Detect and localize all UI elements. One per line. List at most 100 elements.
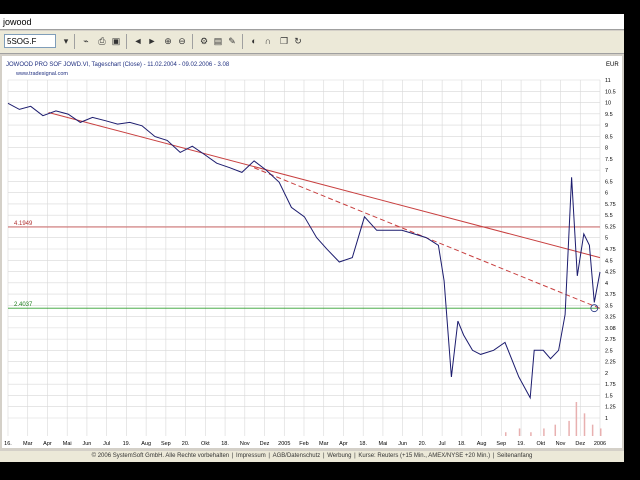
footer-link-top[interactable]: Seitenanfang bbox=[496, 453, 533, 459]
footer-link-impressum[interactable]: Impressum bbox=[235, 453, 267, 459]
trendline bbox=[48, 112, 601, 259]
volume-bar bbox=[600, 428, 602, 436]
save-icon[interactable]: ▣ bbox=[110, 35, 122, 47]
x-tick-label: Jul bbox=[439, 441, 446, 447]
x-tick-label: Okt bbox=[537, 441, 546, 447]
x-tick-label: Apr bbox=[339, 441, 348, 447]
footer-link-agb[interactable]: AGB/Datenschutz bbox=[272, 453, 322, 459]
x-tick-label: 20. bbox=[419, 441, 427, 447]
app-window: jowood ▾ ⌁ ⎙ ▣ ◄ ► ⊕ ⊖ ⚙ ▤ ✎ ◐ ∩ ❐ ↻ JOW… bbox=[0, 14, 624, 462]
x-tick-label: Mar bbox=[319, 441, 329, 447]
x-tick-label: 19. bbox=[517, 441, 525, 447]
y-tick-label: 11 bbox=[605, 78, 611, 84]
y-tick-label: 5 bbox=[605, 236, 608, 242]
x-tick-label: Dez bbox=[575, 441, 585, 447]
draw-icon[interactable]: ✎ bbox=[226, 35, 238, 47]
copy-icon[interactable]: ❐ bbox=[278, 35, 290, 47]
volume-bar bbox=[518, 428, 521, 436]
magnet-icon[interactable]: ∩ bbox=[262, 35, 274, 47]
prev-icon[interactable]: ◄ bbox=[132, 35, 144, 47]
x-tick-label: Jun bbox=[82, 441, 91, 447]
volume-bar bbox=[530, 432, 532, 436]
x-tick-label: Aug bbox=[477, 441, 487, 447]
volume-bar bbox=[591, 424, 594, 436]
y-tick-label: 3.08 bbox=[605, 326, 616, 332]
y-tick-label: 6 bbox=[605, 191, 608, 197]
currency-label: EUR bbox=[606, 62, 619, 68]
print-icon[interactable]: ⎙ bbox=[96, 35, 108, 47]
y-tick-label: 1.75 bbox=[605, 382, 616, 388]
chart-area[interactable]: JOWOOD PRO SOF JOWD.VI, Tageschart (Clos… bbox=[2, 56, 622, 448]
x-tick-label: Apr bbox=[43, 441, 52, 447]
volume-bar bbox=[504, 432, 507, 436]
x-tick-label: Sep bbox=[161, 441, 171, 447]
y-tick-label: 3.25 bbox=[605, 315, 616, 321]
x-tick-label: Mai bbox=[63, 441, 72, 447]
toolbar-separator bbox=[126, 34, 127, 49]
y-tick-label: 8.5 bbox=[605, 134, 613, 140]
x-tick-label: 18. bbox=[458, 441, 466, 447]
y-tick-label: 10.5 bbox=[605, 89, 616, 95]
y-tick-label: 4.25 bbox=[605, 270, 616, 276]
indicator-icon[interactable]: ▤ bbox=[212, 35, 224, 47]
chart-source: www.tradesignal.com bbox=[15, 71, 68, 77]
x-tick-label: Aug bbox=[141, 441, 151, 447]
zoom-in-icon[interactable]: ⊕ bbox=[162, 35, 174, 47]
x-tick-label: Jun bbox=[398, 441, 407, 447]
x-tick-label: Sep bbox=[496, 441, 506, 447]
y-tick-label: 1 bbox=[605, 416, 608, 422]
refresh-icon[interactable]: ↻ bbox=[292, 35, 304, 47]
y-tick-label: 8 bbox=[605, 146, 608, 152]
price-chart[interactable]: JOWOOD PRO SOF JOWD.VI, Tageschart (Clos… bbox=[2, 56, 622, 448]
x-tick-label: Dez bbox=[260, 441, 270, 447]
toolbar-separator bbox=[192, 34, 193, 49]
y-tick-label: 4.75 bbox=[605, 247, 616, 253]
chart-toolbar: ▾ ⌁ ⎙ ▣ ◄ ► ⊕ ⊖ ⚙ ▤ ✎ ◐ ∩ ❐ ↻ bbox=[0, 31, 624, 54]
footer-link-werbung[interactable]: Werbung bbox=[326, 453, 352, 459]
y-tick-label: 9 bbox=[605, 123, 608, 129]
y-tick-label: 7 bbox=[605, 168, 608, 174]
footer-link-kurse[interactable]: Kurse: Reuters (+15 Min., AMEX/NYSE +20 … bbox=[357, 453, 491, 459]
y-tick-label: 4.5 bbox=[605, 258, 613, 264]
volume-bar bbox=[554, 424, 557, 436]
x-tick-label: 2006 bbox=[594, 441, 606, 447]
x-tick-label: Mai bbox=[378, 441, 387, 447]
page-footer: © 2006 SystemSoft GmbH. Alle Rechte vorb… bbox=[0, 451, 624, 462]
y-tick-label: 7.5 bbox=[605, 157, 613, 163]
chart-type-icon[interactable]: ⌁ bbox=[80, 35, 92, 47]
y-tick-label: 2.25 bbox=[605, 360, 616, 366]
y-tick-label: 9.5 bbox=[605, 112, 613, 118]
y-tick-label: 2.75 bbox=[605, 337, 616, 343]
symbol-input[interactable] bbox=[4, 34, 56, 48]
x-tick-label: Nov bbox=[556, 441, 566, 447]
toolbar-separator bbox=[74, 34, 75, 49]
x-tick-label: 16. bbox=[4, 441, 12, 447]
y-tick-label: 1.25 bbox=[605, 405, 616, 411]
y-tick-label: 3.75 bbox=[605, 292, 616, 298]
zoom-out-icon[interactable]: ⊖ bbox=[176, 35, 188, 47]
y-tick-label: 3.5 bbox=[605, 303, 613, 309]
x-tick-label: 19. bbox=[123, 441, 131, 447]
x-tick-label: 20. bbox=[182, 441, 190, 447]
dropdown-icon[interactable]: ▾ bbox=[60, 35, 72, 47]
y-tick-label: 2.5 bbox=[605, 348, 613, 354]
volume-bar bbox=[568, 420, 570, 436]
x-tick-label: 18. bbox=[359, 441, 367, 447]
volume-bar bbox=[583, 413, 586, 436]
x-tick-label: Nov bbox=[240, 441, 250, 447]
x-tick-label: 18. bbox=[221, 441, 229, 447]
y-tick-label: 5.75 bbox=[605, 202, 616, 208]
volume-bar bbox=[543, 428, 545, 436]
toolbar-separator bbox=[242, 34, 243, 49]
level-high-label: 4.1949 bbox=[14, 221, 33, 227]
y-tick-label: 5.25 bbox=[605, 224, 616, 230]
next-icon[interactable]: ► bbox=[146, 35, 158, 47]
y-tick-label: 10 bbox=[605, 101, 611, 107]
y-tick-label: 1.5 bbox=[605, 393, 613, 399]
x-tick-label: 2005 bbox=[278, 441, 290, 447]
settings-icon[interactable]: ⚙ bbox=[198, 35, 210, 47]
color-icon[interactable]: ◐ bbox=[248, 35, 260, 47]
y-tick-label: 2 bbox=[605, 371, 608, 377]
x-tick-label: Okt bbox=[201, 441, 210, 447]
x-tick-label: Feb bbox=[299, 441, 308, 447]
